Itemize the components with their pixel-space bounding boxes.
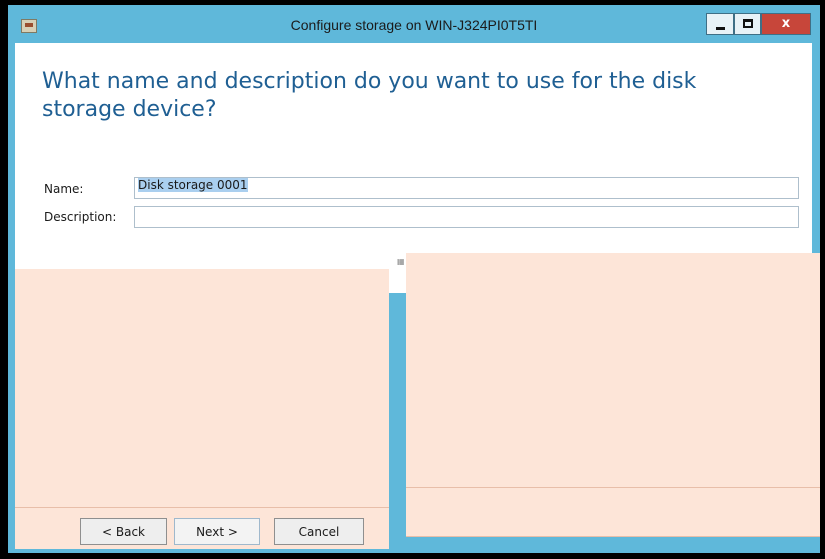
right-panel xyxy=(406,253,820,537)
name-label: Name: xyxy=(44,182,84,196)
next-button[interactable]: Next > xyxy=(174,518,260,545)
title-bar[interactable]: Configure storage on WIN-J324PI0T5TI x xyxy=(8,5,820,43)
description-input[interactable] xyxy=(134,206,799,228)
name-input-value: Disk storage 0001 xyxy=(138,178,248,192)
left-footer-divider xyxy=(15,507,389,508)
name-input[interactable]: Disk storage 0001 xyxy=(134,177,799,199)
close-icon[interactable]: x xyxy=(761,13,811,35)
description-label: Description: xyxy=(44,210,117,224)
cancel-button[interactable]: Cancel xyxy=(274,518,364,545)
page-heading: What name and description do you want to… xyxy=(42,69,697,122)
left-panel xyxy=(15,269,389,549)
configure-storage-window: Configure storage on WIN-J324PI0T5TI x W… xyxy=(8,5,820,553)
minimize-icon[interactable] xyxy=(706,13,734,35)
resize-grip-icon[interactable]: ▦ xyxy=(397,257,405,266)
back-button[interactable]: < Back xyxy=(80,518,167,545)
right-footer-divider xyxy=(406,487,820,488)
maximize-icon[interactable] xyxy=(734,13,761,35)
window-title: Configure storage on WIN-J324PI0T5TI xyxy=(290,17,538,33)
